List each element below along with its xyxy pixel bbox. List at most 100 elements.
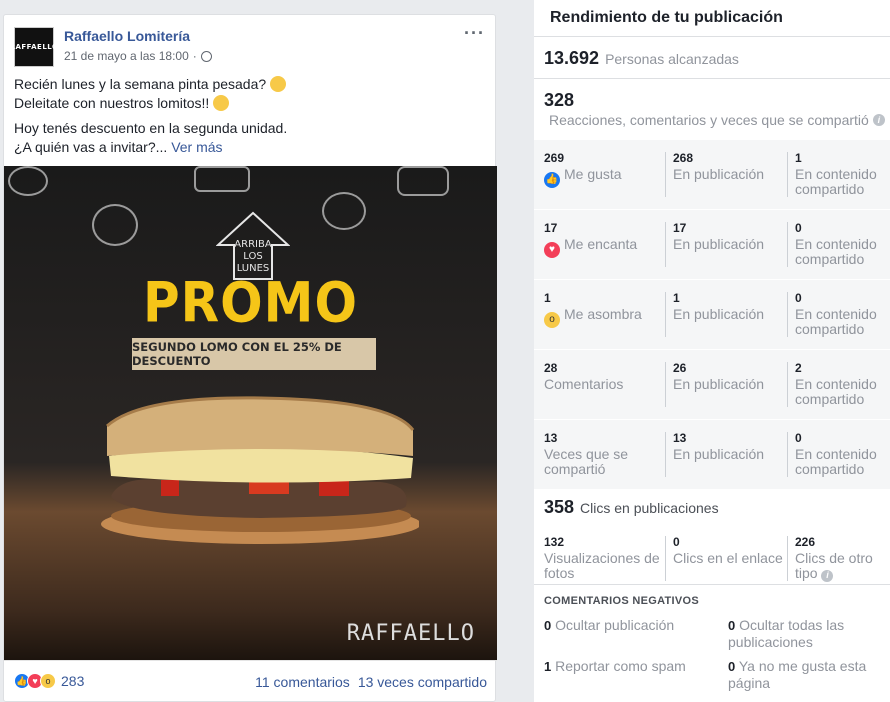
report-spam-number: 1 [544, 659, 552, 674]
in-shared-label: En contenido compartido [795, 166, 877, 197]
in-post-label: En publicación [673, 166, 765, 182]
comments-total: 28 [544, 361, 558, 375]
post-timestamp[interactable]: 21 de mayo a las 18:00 · [64, 49, 212, 63]
in-post-label: En publicación [673, 236, 765, 252]
in-shared-label: En contenido compartido [795, 236, 877, 267]
comments-link[interactable]: 11 comentarios [255, 674, 350, 690]
photo-views-number: 132 [544, 535, 565, 549]
love-in-post: 17 [673, 221, 687, 235]
total-cell: 17 ♥ Me encanta [544, 221, 664, 258]
in-shared-cell: 2 En contenido compartido [795, 361, 887, 407]
see-more-link[interactable]: Ver más [171, 139, 222, 155]
love-in-shared: 0 [795, 221, 802, 235]
in-shared-label: En contenido compartido [795, 306, 877, 337]
report-spam-label: Reportar como spam [555, 658, 686, 674]
link-clicks-label: Clics en el enlace [673, 550, 783, 566]
in-shared-cell: 1 En contenido compartido [795, 151, 887, 197]
photo-views-cell: 132 Visualizaciones de fotos [544, 535, 664, 581]
reaction-breakdown: 269 👍 Me gusta 268 En publicación 1 En conte… [534, 140, 890, 490]
clicks-number: 358 [544, 497, 575, 517]
breakdown-row: 17 ♥ Me encanta 17 En publicación 0 En conte… [534, 210, 890, 280]
hide-all-stat: 0 Ocultar todas las publicaciones [728, 617, 888, 651]
total-cell: 28 Comentarios [544, 361, 664, 392]
tomato-doodle-icon [8, 166, 48, 196]
negative-feedback-title: COMENTARIOS NEGATIVOS [544, 595, 700, 607]
love-label: Me encanta [564, 236, 638, 252]
divider [534, 584, 890, 585]
promo-title: PROMO [143, 271, 358, 335]
total-cell: 13 Veces que se compartió [544, 431, 664, 477]
in-shared-cell: 0 En contenido compartido [795, 221, 887, 267]
in-shared-cell: 0 En contenido compartido [795, 291, 887, 337]
burger-doodle-icon [397, 166, 449, 196]
other-clicks-number: 226 [795, 535, 816, 549]
divider [534, 36, 890, 37]
clicks-stat: 358 Clics en publicaciones [544, 497, 719, 518]
post-message: Recién lunes y la semana pinta pesada? D… [14, 75, 485, 163]
engagement-label: Reacciones, comentarios y veces que se c… [549, 112, 869, 128]
link-clicks-number: 0 [673, 535, 680, 549]
love-total: 17 [544, 221, 558, 235]
engagement-stat: 328 [544, 90, 574, 111]
hide-all-label: Ocultar todas las publicaciones [728, 617, 845, 650]
likes-label: Me gusta [564, 166, 622, 182]
in-post-label: En publicación [673, 376, 765, 392]
other-clicks-cell: 226 Clics de otro tipo i [795, 535, 887, 582]
hide-post-label: Ocultar publicación [555, 617, 675, 633]
shares-in-shared: 0 [795, 431, 802, 445]
post-line-3: Hoy tenés descuento en la segunda unidad… [14, 120, 288, 136]
sandwich-doodle-icon [194, 166, 250, 192]
love-icon: ♥ [544, 241, 560, 258]
pepper-doodle-icon [92, 204, 138, 246]
in-post-cell: 268 En publicación [673, 151, 788, 182]
post-card: RAFFAELLO Raffaello Lomitería 21 de mayo… [3, 14, 497, 702]
more-options-icon[interactable]: ··· [464, 24, 485, 42]
wow-total: 1 [544, 291, 551, 305]
photo-views-label: Visualizaciones de fotos [544, 550, 660, 581]
in-shared-label: En contenido compartido [795, 376, 877, 407]
report-spam-stat: 1 Reportar como spam [544, 658, 719, 675]
likes-total: 269 [544, 151, 565, 165]
link-clicks-cell: 0 Clics en el enlace [673, 535, 788, 566]
post-photo[interactable]: ARRIBA LOS LUNES PROMO SEGUNDO LOMO CON … [4, 166, 497, 660]
footer-links: 11 comentarios 13 veces compartido [255, 674, 487, 690]
sandwich-illustration [101, 396, 419, 544]
engagement-description: Reacciones, comentarios y veces que se c… [549, 112, 885, 128]
arrow-text-2: LOS [243, 251, 262, 262]
breakdown-row: 1 o Me asombra 1 En publicación 0 En conteni… [534, 280, 890, 350]
hide-post-number: 0 [544, 618, 552, 633]
worried-face-icon [270, 76, 287, 92]
wow-icon: o [544, 311, 560, 328]
shares-link[interactable]: 13 veces compartido [358, 674, 487, 690]
globe-icon [200, 50, 212, 62]
panel-title: Rendimiento de tu publicación [550, 9, 783, 26]
in-post-cell: 17 En publicación [673, 221, 788, 252]
breakdown-row: 28 Comentarios 26 En publicación 2 En conte… [534, 350, 890, 420]
wow-label: Me asombra [564, 306, 642, 322]
avatar-logo-text: RAFFAELLO [9, 43, 59, 51]
like-icon: 👍 [544, 171, 560, 188]
wow-in-post: 1 [673, 291, 680, 305]
clicks-breakdown: 132 Visualizaciones de fotos 0 Clics en el… [534, 524, 890, 584]
breakdown-row: 13 Veces que se compartió 13 En publicació… [534, 420, 890, 490]
info-icon[interactable]: i [821, 569, 834, 582]
brand-watermark: RAFFAELLO [346, 621, 475, 646]
post-date-text: 21 de mayo a las 18:00 [64, 49, 189, 63]
shares-label: Veces que se compartió [544, 446, 629, 477]
reach-label: Personas alcanzadas [605, 51, 739, 67]
comments-label: Comentarios [544, 376, 624, 392]
engagement-number: 328 [544, 90, 575, 110]
wow-reaction-icon: o [40, 673, 56, 689]
total-cell: 1 o Me asombra [544, 291, 664, 328]
in-post-label: En publicación [673, 446, 765, 462]
page-name-link[interactable]: Raffaello Lomitería [64, 28, 190, 44]
shares-total: 13 [544, 431, 558, 445]
reactions-summary[interactable]: 👍 ♥ o 283 [14, 673, 84, 689]
in-post-cell: 13 En publicación [673, 431, 788, 462]
shares-in-post: 13 [673, 431, 687, 445]
arrow-text-1: ARRIBA [234, 239, 272, 250]
reach-stat: 13.692 Personas alcanzadas [544, 48, 739, 69]
page-avatar[interactable]: RAFFAELLO [10, 27, 58, 67]
info-icon[interactable]: i [872, 114, 885, 126]
reaction-count: 283 [61, 673, 85, 689]
